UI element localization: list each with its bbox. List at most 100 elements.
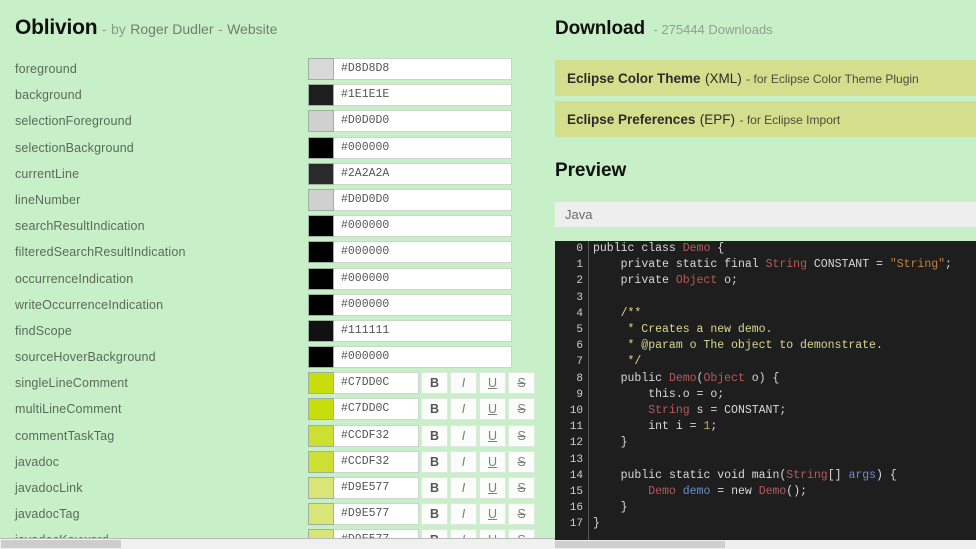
strikethrough-toggle[interactable]: S [508, 424, 535, 447]
color-hex-input[interactable]: #D9E577 [334, 503, 419, 526]
italic-toggle[interactable]: I [450, 398, 477, 421]
color-row-label: javadoc [15, 454, 60, 469]
line-number: 11 [569, 421, 583, 434]
color-hex-input[interactable]: #000000 [334, 267, 512, 290]
code-line: * Creates a new demo. [593, 323, 773, 337]
color-row-label: javadocLink [15, 481, 83, 495]
strikethrough-toggle[interactable]: S [508, 372, 535, 395]
italic-toggle[interactable]: I [450, 424, 477, 447]
italic-toggle[interactable]: I [450, 503, 477, 526]
color-row-controls: #000000 [308, 241, 512, 264]
page-horizontal-scrollbar[interactable] [0, 538, 560, 549]
color-swatch[interactable] [308, 293, 334, 316]
color-hex-input[interactable]: #2A2A2A [334, 162, 512, 185]
color-swatch[interactable] [308, 319, 334, 342]
color-row-controls: #000000 [308, 293, 512, 316]
color-row-controls: #CCDF32 B I U S [308, 450, 535, 473]
color-swatch[interactable] [308, 241, 334, 264]
color-hex-input[interactable]: #111111 [334, 319, 512, 342]
color-row: foreground #D8D8D8 [0, 56, 540, 82]
author-website-link[interactable]: Website [227, 21, 277, 37]
color-row-label: lineNumber [15, 192, 81, 207]
line-number: 10 [569, 405, 583, 418]
italic-toggle[interactable]: I [450, 372, 477, 395]
bold-toggle[interactable]: B [421, 503, 448, 526]
color-row: javadoc #CCDF32 B I U S [0, 449, 540, 475]
color-hex-input[interactable]: #000000 [334, 215, 512, 238]
color-row: currentLine #2A2A2A [0, 161, 540, 187]
scrollbar-thumb[interactable] [1, 540, 121, 548]
code-line: Demo demo = new Demo(); [648, 485, 808, 499]
strikethrough-toggle[interactable]: S [508, 450, 535, 473]
bold-toggle[interactable]: B [421, 398, 448, 421]
underline-toggle[interactable]: U [479, 372, 506, 395]
bold-toggle[interactable]: B [421, 372, 448, 395]
italic-toggle[interactable]: I [450, 450, 477, 473]
code-content[interactable]: public class Demo { private static final… [593, 241, 976, 549]
color-swatch[interactable] [308, 84, 334, 107]
download-eclipse-preferences-epf[interactable]: Eclipse Preferences (EPF) - for Eclipse … [555, 101, 976, 137]
color-swatch[interactable] [308, 188, 334, 211]
underline-toggle[interactable]: U [479, 424, 506, 447]
color-hex-input[interactable]: #D9E577 [334, 477, 419, 499]
bold-toggle[interactable]: B [421, 477, 448, 499]
code-line: this.o = o; [648, 387, 725, 401]
color-swatch[interactable] [308, 398, 334, 421]
download-eclipse-color-theme-xml[interactable]: Eclipse Color Theme (XML) - for Eclipse … [555, 60, 976, 96]
color-row-label: writeOccurrenceIndication [15, 297, 164, 312]
color-hex-input[interactable]: #D0D0D0 [334, 188, 512, 211]
color-row-label: selectionForeground [15, 114, 132, 129]
color-hex-input[interactable]: #C7DD0C [334, 398, 419, 421]
color-swatch[interactable] [308, 346, 334, 369]
underline-toggle[interactable]: U [479, 398, 506, 421]
download-title-1: Eclipse Preferences [567, 112, 696, 127]
language-select[interactable]: Java [555, 202, 976, 227]
code-line: private static final String CONSTANT = "… [620, 258, 952, 272]
color-row: selectionBackground #000000 [0, 135, 540, 161]
color-swatch[interactable] [308, 450, 334, 473]
line-number: 17 [569, 518, 583, 531]
underline-toggle[interactable]: U [479, 503, 506, 526]
bold-toggle[interactable]: B [421, 424, 448, 447]
color-hex-input[interactable]: #000000 [334, 241, 512, 264]
color-swatch[interactable] [308, 372, 334, 395]
italic-toggle[interactable]: I [450, 477, 477, 499]
strikethrough-toggle[interactable]: S [508, 503, 535, 526]
color-hex-input[interactable]: #000000 [334, 136, 512, 159]
line-number: 16 [569, 502, 583, 515]
underline-toggle[interactable]: U [479, 450, 506, 473]
code-line: int i = 1; [648, 420, 718, 434]
color-swatch[interactable] [308, 58, 334, 80]
code-horizontal-scrollbar[interactable] [555, 540, 976, 549]
strikethrough-toggle[interactable]: S [508, 398, 535, 421]
color-row-controls: #D9E577BIUS [308, 503, 535, 526]
strikethrough-toggle[interactable]: S [508, 477, 535, 499]
color-hex-input[interactable]: #000000 [334, 293, 512, 316]
color-hex-input[interactable]: #000000 [334, 346, 512, 369]
color-swatch[interactable] [308, 267, 334, 290]
color-hex-input[interactable]: #CCDF32 [334, 450, 419, 473]
color-swatch[interactable] [308, 424, 334, 447]
bold-toggle[interactable]: B [421, 450, 448, 473]
color-row-controls: #000000 [308, 267, 512, 290]
color-swatch[interactable] [308, 477, 334, 499]
color-hex-input[interactable]: #1E1E1E [334, 84, 512, 107]
color-row: occurrenceIndication #000000 [0, 266, 540, 292]
underline-toggle[interactable]: U [479, 477, 506, 499]
color-row: commentTaskTag #CCDF32 B I U S [0, 423, 540, 449]
color-swatch[interactable] [308, 136, 334, 159]
color-swatch[interactable] [308, 503, 334, 526]
color-hex-input[interactable]: #D8D8D8 [334, 58, 512, 80]
color-hex-input[interactable]: #D0D0D0 [334, 110, 512, 133]
color-swatch[interactable] [308, 110, 334, 133]
theme-author: Roger Dudler [130, 21, 214, 37]
line-number-gutter: 0 1 2 3 4 5 6 7 8 9 10 11 12 13 14 15 16 17 [555, 241, 589, 549]
color-hex-input[interactable]: #CCDF32 [334, 424, 419, 447]
color-row-controls: #000000 [308, 136, 512, 159]
color-swatch[interactable] [308, 215, 334, 238]
code-line: /** [593, 306, 642, 320]
color-hex-input[interactable]: #C7DD0C [334, 372, 419, 395]
code-scrollbar-thumb[interactable] [555, 541, 725, 548]
color-swatch[interactable] [308, 162, 334, 185]
